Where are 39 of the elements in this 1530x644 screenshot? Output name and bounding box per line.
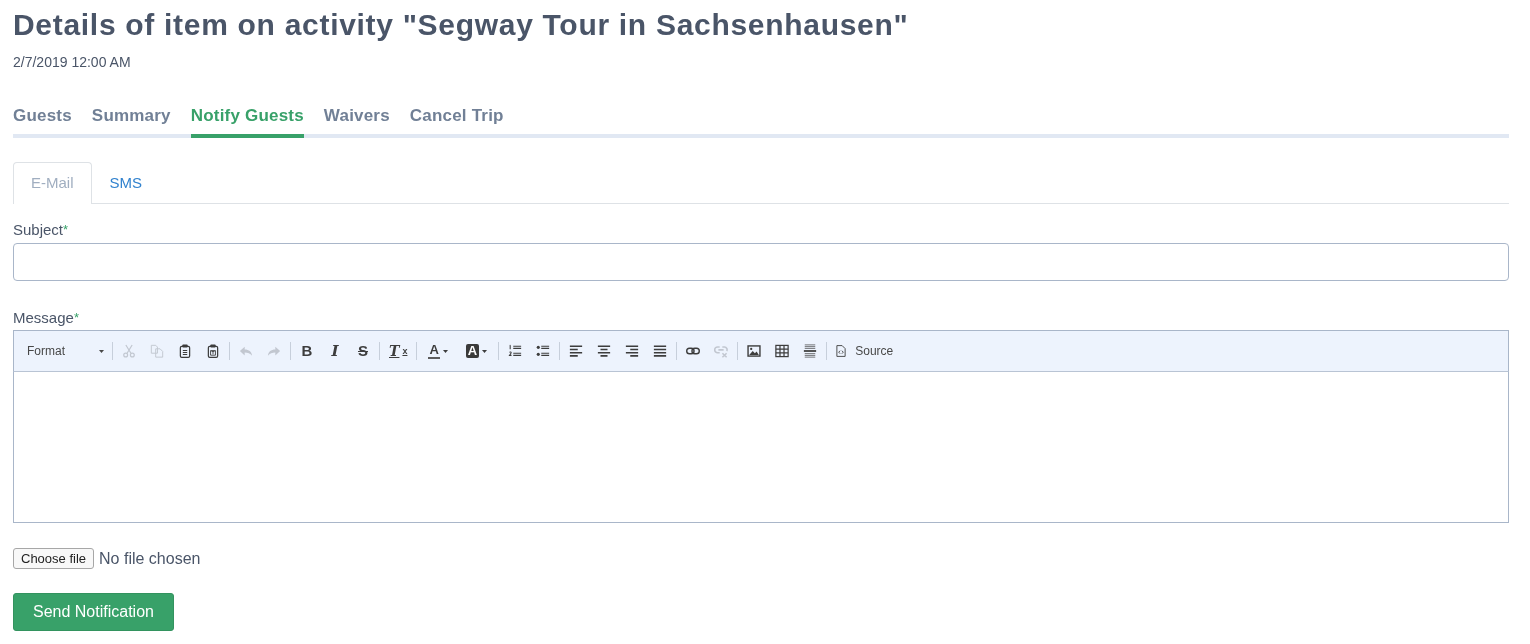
table-icon <box>775 344 790 358</box>
subject-input-field[interactable] <box>13 243 1509 281</box>
caret-icon <box>99 349 104 353</box>
scissors-icon <box>122 344 136 358</box>
message-label: Message* <box>13 309 79 327</box>
align-right-icon <box>625 344 640 358</box>
source-document-icon <box>835 344 848 358</box>
align-left-icon <box>569 344 584 358</box>
redo-icon <box>267 344 281 358</box>
format-dropdown[interactable]: Format <box>20 339 108 363</box>
background-color-button[interactable]: A <box>458 339 495 363</box>
clipboard-text-icon <box>206 344 220 358</box>
channel-tab[interactable]: SMS <box>91 162 161 204</box>
caret-icon <box>442 349 448 353</box>
nav-tab[interactable]: Cancel Trip <box>409 106 504 138</box>
caret-icon <box>482 349 488 353</box>
choose-file-button[interactable]: Choose file <box>13 548 95 569</box>
undo-icon <box>239 344 253 358</box>
align-justify-icon <box>653 344 668 358</box>
nav-tab[interactable]: Guests <box>13 106 72 138</box>
bullet-list-icon <box>536 344 551 358</box>
source-button[interactable]: Source <box>831 339 898 363</box>
align-center-icon <box>597 344 612 358</box>
nav-tab[interactable]: Waivers <box>323 106 390 138</box>
strikethrough-button[interactable]: S <box>351 339 375 363</box>
italic-button[interactable]: I <box>323 339 347 363</box>
subject-label: Subject* <box>13 221 69 239</box>
horizontal-rule-icon <box>803 344 818 358</box>
copy-icon <box>150 344 164 358</box>
file-status-text: No file chosen <box>99 549 201 568</box>
bold-button[interactable]: B <box>295 339 319 363</box>
image-icon <box>747 344 762 358</box>
text-color-button[interactable]: A <box>421 339 455 363</box>
nav-tab[interactable]: Summary <box>91 106 171 138</box>
broken-link-icon <box>714 344 729 358</box>
numbered-list-icon <box>508 344 523 358</box>
page-title: Details of item on activity "Segway Tour in Sachsenhausen" <box>13 7 909 43</box>
clipboard-icon <box>178 344 192 358</box>
activity-date: 2/7/2019 12:00 AM <box>13 54 131 71</box>
